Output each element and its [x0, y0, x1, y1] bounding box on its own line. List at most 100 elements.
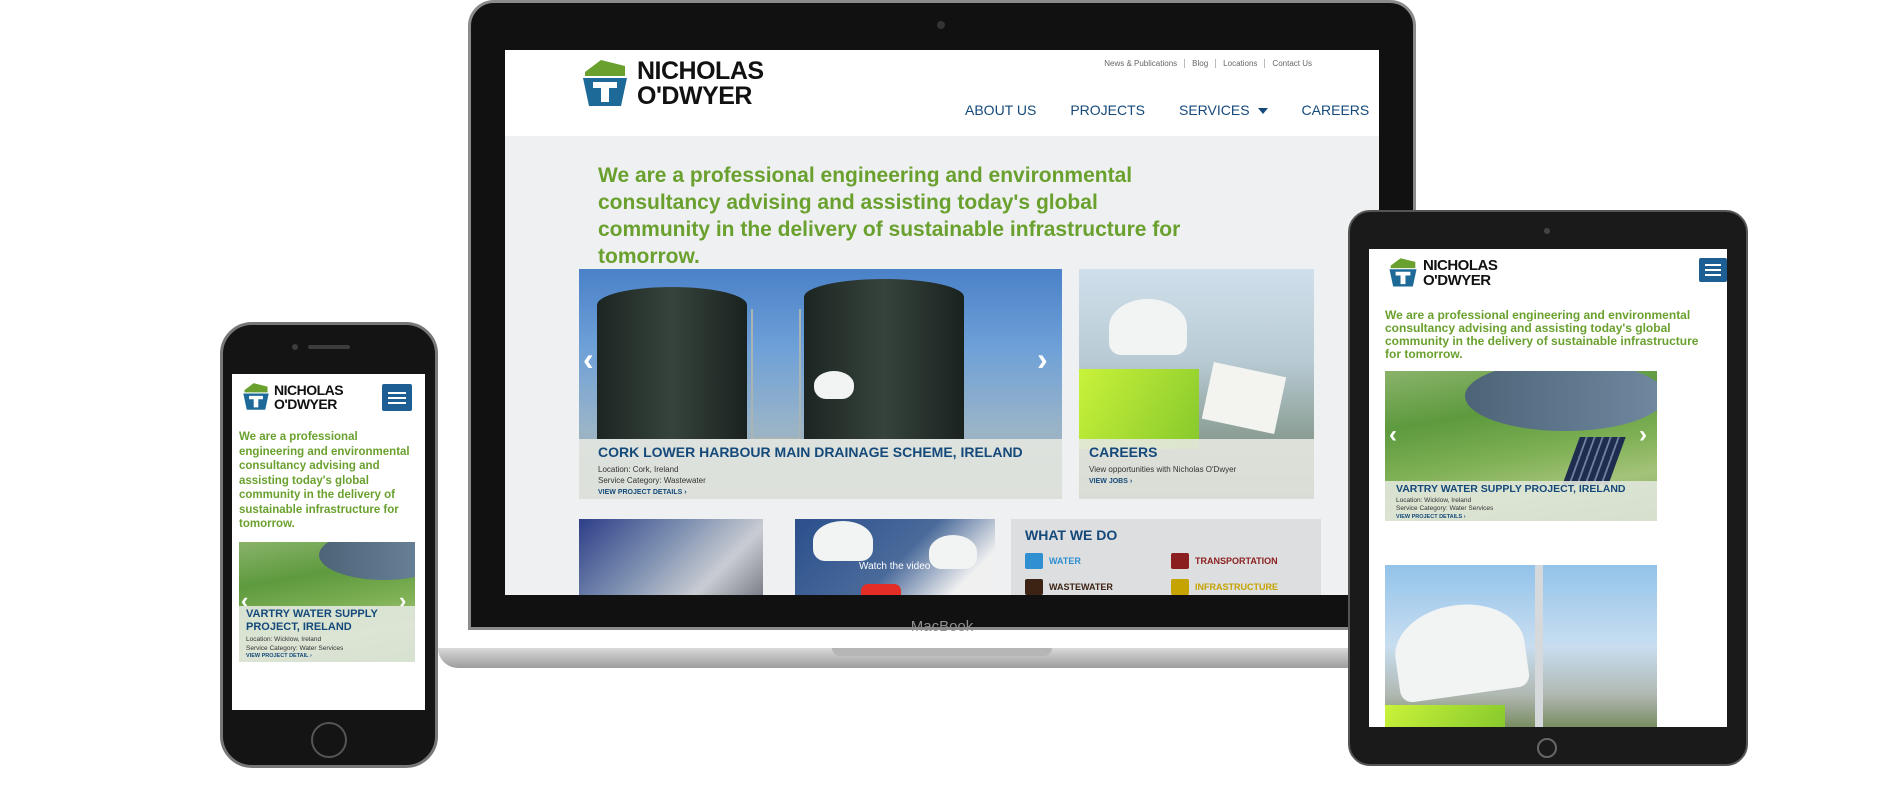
project-caption: VARTRY WATER SUPPLY PROJECT, IRELAND Loc… — [239, 606, 415, 662]
tablet-home-button — [1537, 738, 1557, 758]
nav-services[interactable]: SERVICES — [1179, 102, 1268, 118]
logo-line-1: NICHOLAS — [637, 57, 764, 85]
nav-careers[interactable]: CAREERS — [1302, 102, 1370, 118]
solar-panels-image — [1562, 437, 1626, 485]
play-icon[interactable] — [861, 584, 901, 595]
machinery-tile[interactable] — [579, 519, 763, 595]
laptop-screen: NICHOLAS O'DWYER News & Publications Blo… — [505, 50, 1379, 595]
pipe-icon — [1025, 579, 1043, 595]
tank-image — [597, 287, 747, 439]
logo-line-1: NICHOLAS — [274, 382, 344, 398]
site-logo[interactable]: NICHOLAS O'DWYER — [581, 58, 764, 110]
service-infrastructure[interactable]: INFRASTRUCTURE — [1171, 579, 1311, 595]
truck-icon — [1171, 553, 1189, 569]
road-icon — [1171, 579, 1189, 595]
scaffold-image — [751, 309, 801, 439]
link-blog[interactable]: Blog — [1184, 59, 1215, 68]
service-water[interactable]: WATER — [1025, 553, 1165, 569]
logo-line-2: O'DWYER — [1423, 272, 1491, 289]
site-header: NICHOLAS O'DWYER News & Publications Blo… — [505, 50, 1379, 136]
project-location: Location: Wicklow, Ireland — [1396, 497, 1472, 504]
pole-image — [1535, 565, 1543, 727]
laptop-brand-label: MacBook — [910, 618, 974, 635]
logo-mark-icon — [1389, 258, 1417, 287]
view-jobs-link[interactable]: VIEW JOBS › — [1089, 478, 1304, 485]
view-project-link[interactable]: VIEW PROJECT DETAIL › — [246, 653, 408, 659]
laptop-notch — [832, 648, 1052, 656]
project-title[interactable]: CORK LOWER HARBOUR MAIN DRAINAGE SCHEME,… — [598, 444, 1043, 460]
careers-image[interactable] — [1385, 565, 1657, 727]
service-label: WATER — [1049, 556, 1081, 566]
phone-home-button — [311, 722, 347, 758]
logo-text: NICHOLAS O'DWYER — [274, 382, 344, 412]
slider-next-arrow-icon[interactable]: › — [1037, 343, 1048, 375]
laptop-device: NICHOLAS O'DWYER News & Publications Blo… — [438, 0, 1446, 668]
service-wastewater[interactable]: WASTEWATER — [1025, 579, 1165, 595]
service-label: TRANSPORTATION — [1195, 556, 1278, 566]
careers-title[interactable]: CAREERS — [1089, 444, 1304, 460]
service-label: INFRASTRUCTURE — [1195, 582, 1278, 592]
slider-prev-arrow-icon[interactable]: ‹ — [583, 343, 594, 375]
tablet-screen: NICHOLAS O'DWYER We are a professional e… — [1369, 249, 1727, 727]
link-contact[interactable]: Contact Us — [1264, 59, 1319, 68]
service-label: WASTEWATER — [1049, 582, 1113, 592]
slider-next-arrow-icon[interactable]: › — [1639, 423, 1647, 447]
careers-subtitle: View opportunities with Nicholas O'Dwyer — [1089, 465, 1237, 474]
service-transportation[interactable]: TRANSPORTATION — [1171, 553, 1311, 569]
phone-device: NICHOLAS O'DWYER We are a professional e… — [220, 322, 438, 768]
site-logo[interactable]: NICHOLAS O'DWYER — [242, 382, 344, 412]
project-category: Service Category: Water Services — [246, 645, 344, 652]
document-image — [1201, 361, 1287, 435]
project-title[interactable]: VARTRY WATER SUPPLY PROJECT, IRELAND — [246, 608, 408, 634]
project-slider[interactable]: ‹ › CORK LOWER HARBOUR MAIN DRAINAGE SCH… — [579, 269, 1062, 499]
project-slider[interactable]: ‹ › VARTRY WATER SUPPLY PROJECT, IRELAND… — [1385, 371, 1657, 521]
lake-image — [1465, 371, 1657, 431]
chevron-down-icon — [1257, 108, 1268, 115]
logo-line-1: NICHOLAS — [1423, 257, 1498, 274]
project-category: Service Category: Water Services — [1396, 505, 1494, 512]
slider-prev-arrow-icon[interactable]: ‹ — [1389, 423, 1397, 447]
hamburger-menu-icon[interactable] — [382, 384, 412, 411]
careers-tile[interactable]: CAREERS View opportunities with Nicholas… — [1079, 269, 1314, 499]
logo-mark-icon — [243, 383, 269, 410]
watch-video-label: Watch the video — [859, 561, 931, 572]
water-tap-icon — [1025, 553, 1043, 569]
service-list: WATER TRANSPORTATION WASTEWATER INFRASTR… — [1025, 553, 1307, 595]
hero-tagline: We are a professional engineering and en… — [239, 431, 410, 530]
utility-links: News & Publications Blog Locations Conta… — [1097, 59, 1319, 68]
worker-helmet-image — [1389, 596, 1531, 704]
nav-services-label: SERVICES — [1179, 102, 1250, 118]
project-location: Location: Wicklow, Ireland — [246, 636, 322, 643]
project-title[interactable]: VARTRY WATER SUPPLY PROJECT, IRELAND — [1396, 483, 1646, 495]
project-caption: CORK LOWER HARBOUR MAIN DRAINAGE SCHEME,… — [579, 439, 1062, 499]
worker-helmet-image — [929, 535, 977, 569]
project-caption: VARTRY WATER SUPPLY PROJECT, IRELAND Loc… — [1385, 481, 1657, 521]
video-tile[interactable]: Watch the video — [795, 519, 995, 595]
link-news[interactable]: News & Publications — [1097, 59, 1184, 68]
tablet-device: NICHOLAS O'DWYER We are a professional e… — [1348, 210, 1748, 766]
tank-image — [804, 279, 964, 439]
logo-text: NICHOLAS O'DWYER — [1423, 257, 1498, 289]
logo-line-2: O'DWYER — [274, 396, 337, 412]
what-we-do-panel: WHAT WE DO WATER TRANSPORTATION WASTEWAT… — [1011, 519, 1321, 595]
nav-projects[interactable]: PROJECTS — [1070, 102, 1145, 118]
phone-speaker — [308, 345, 350, 349]
laptop-camera — [937, 21, 945, 29]
careers-caption: CAREERS View opportunities with Nicholas… — [1079, 439, 1314, 499]
site-logo[interactable]: NICHOLAS O'DWYER — [1388, 257, 1498, 289]
tablet-camera — [1544, 228, 1550, 234]
hamburger-menu-icon[interactable] — [1699, 258, 1727, 282]
what-we-do-title: WHAT WE DO — [1025, 527, 1118, 543]
project-category: Service Category: Wastewater — [598, 476, 706, 485]
view-project-link[interactable]: VIEW PROJECT DETAILS › — [1396, 514, 1646, 520]
phone-camera — [292, 344, 298, 350]
worker-helmet-image — [814, 371, 854, 399]
nav-about-us[interactable]: ABOUT US — [965, 102, 1036, 118]
logo-line-2: O'DWYER — [637, 82, 752, 110]
worker-vest-image — [1079, 369, 1199, 449]
worker-helmet-image — [813, 521, 873, 561]
link-locations[interactable]: Locations — [1215, 59, 1264, 68]
view-project-link[interactable]: VIEW PROJECT DETAILS › — [598, 489, 1043, 496]
logo-text: NICHOLAS O'DWYER — [637, 59, 764, 109]
logo-mark-icon — [583, 60, 627, 106]
